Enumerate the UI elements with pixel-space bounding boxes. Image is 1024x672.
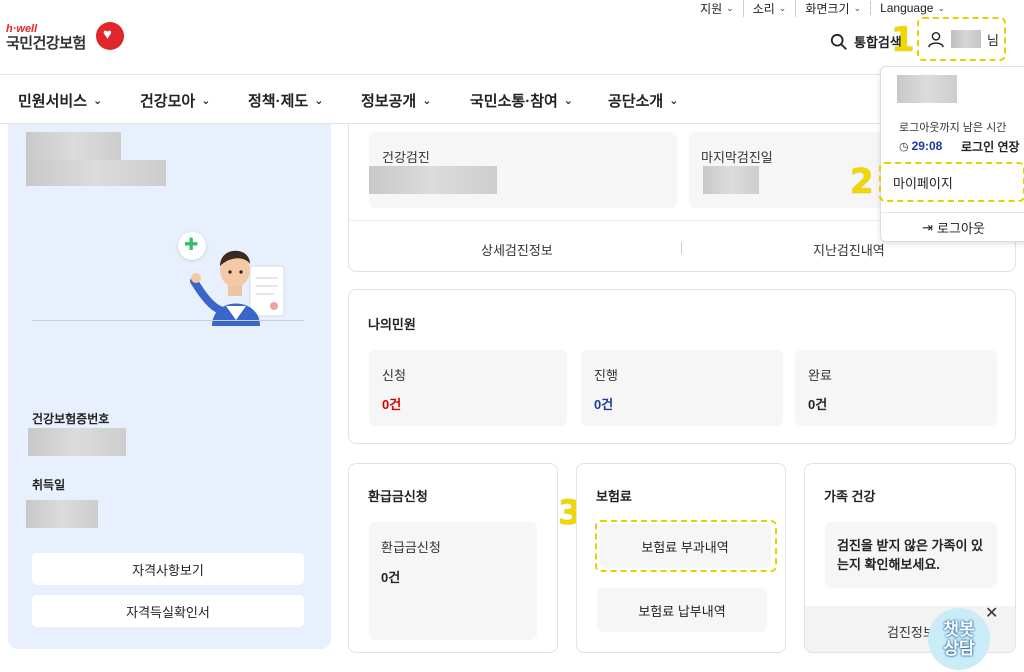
qualification-certificate-button[interactable]: 자격득실확인서 (32, 595, 304, 627)
logo-name: 국민건강보험 (6, 35, 86, 52)
step-marker-2: 2 (850, 162, 874, 202)
chevron-down-icon: ⌄ (201, 95, 211, 107)
login-extend-button[interactable]: 로그인 연장 (961, 138, 1020, 155)
session-timer: ◷ 29:08 (899, 139, 943, 153)
chevron-down-icon: ⌄ (853, 2, 862, 13)
chevron-down-icon: ⌄ (422, 95, 432, 107)
family-title: 가족 건강 (824, 489, 876, 504)
chevron-down-icon: ⌄ (314, 95, 324, 107)
checkup-history-link[interactable]: 지난검진내역 (813, 240, 885, 259)
member-info-panel: 건강보험증번호 취득일 자격사항보기 자격득실확인서 (8, 124, 331, 649)
nav-item-participation[interactable]: 국민소통·참여 ⌄ (470, 90, 573, 111)
premium-payment-button[interactable]: 보험료 납부내역 (597, 588, 767, 632)
nav-item-policy[interactable]: 정책·제도 ⌄ (248, 90, 323, 111)
complaint-done-box[interactable] (795, 350, 997, 426)
blurred-acquire-date (26, 500, 98, 528)
complaint-apply-count: 0건 (382, 397, 402, 412)
blurred-checkup (369, 166, 497, 194)
chevron-down-icon: ⌄ (669, 95, 679, 107)
insurance-number-label: 건강보험증번호 (32, 412, 110, 426)
remaining-time-label: 로그아웃까지 남은 시간 (899, 122, 1007, 134)
complaint-progress-box[interactable] (581, 350, 783, 426)
nav-item-disclosure[interactable]: 정보공개 ⌄ (361, 90, 431, 111)
chevron-down-icon: ⌄ (93, 95, 103, 107)
language-menu[interactable]: Language ⌄ (870, 1, 954, 15)
support-menu[interactable]: 지원 ⌄ (691, 0, 743, 17)
my-complaints-card: 나의민원 신청 0건 진행 0건 완료 0건 (348, 289, 1016, 444)
family-message: 검진을 받지 않은 가족이 있는지 확인해보세요. (837, 538, 984, 572)
view-qualification-button[interactable]: 자격사항보기 (32, 553, 304, 585)
complaint-progress-label: 진행 (594, 368, 618, 383)
refund-card: 환급금신청 환급금신청 0건 (348, 463, 558, 653)
mypage-menu-item[interactable]: 마이페이지 (879, 162, 1024, 202)
complaint-done-label: 완료 (808, 368, 832, 383)
complaint-apply-label: 신청 (382, 368, 406, 383)
blurred-user-name (897, 75, 957, 103)
site-logo[interactable]: h·well 국민건강보험 (6, 22, 124, 53)
refund-count: 0건 (381, 570, 401, 585)
complaints-title: 나의민원 (368, 317, 416, 332)
logout-button[interactable]: ⇥ 로그아웃 (881, 212, 1024, 242)
nav-item-civil-service[interactable]: 민원서비스 ⌄ (18, 90, 102, 111)
checkup-detail-link[interactable]: 상세검진정보 (481, 240, 553, 259)
complaint-apply-box[interactable] (369, 350, 567, 426)
clock-icon: ◷ (899, 140, 909, 153)
refund-title: 환급금신청 (368, 489, 428, 504)
premium-charge-button[interactable]: 보험료 부과내역 (599, 524, 771, 568)
chevron-down-icon: ⌄ (563, 95, 574, 107)
chatbot-button[interactable]: 챗봇 상담 (928, 608, 990, 670)
complaint-done-count: 0건 (808, 397, 828, 412)
logout-icon: ⇥ (922, 219, 934, 235)
refund-sub-label: 환급금신청 (381, 540, 441, 555)
utility-bar: 지원 ⌄ 소리 ⌄ 화면크기 ⌄ Language ⌄ (691, 0, 954, 17)
complaint-progress-count: 0건 (594, 397, 614, 412)
chevron-down-icon: ⌄ (937, 2, 945, 13)
premium-title: 보험료 (596, 489, 632, 504)
divider (681, 242, 682, 254)
chevron-down-icon: ⌄ (778, 2, 787, 13)
user-menu-button[interactable]: 님 (917, 17, 1006, 61)
divider (32, 320, 304, 321)
checkup-label: 건강검진 (382, 150, 430, 165)
user-icon (928, 31, 944, 48)
sound-menu[interactable]: 소리 ⌄ (742, 0, 796, 17)
nav-item-health[interactable]: 건강모아 ⌄ (140, 90, 210, 111)
heart-logo-icon (96, 22, 124, 50)
logo-hwell: h·well (6, 23, 38, 35)
doctor-illustration (190, 250, 285, 326)
blurred-name (26, 132, 121, 160)
chevron-down-icon: ⌄ (726, 2, 734, 13)
last-checkup-label: 마지막검진일 (701, 150, 773, 165)
nav-item-about[interactable]: 공단소개 ⌄ (608, 90, 678, 111)
step-marker-1: 1 (891, 20, 915, 60)
blurred-name (26, 160, 166, 186)
main-navigation: 민원서비스 ⌄ 건강모아 ⌄ 정책·제도 ⌄ 정보공개 ⌄ 국민소통·참여 ⌄ 공단소개 ⌄ (0, 74, 1024, 124)
search-icon (830, 33, 847, 50)
user-dropdown-menu: 로그아웃까지 남은 시간 ◷ 29:08 로그인 연장 마이페이지 ⇥ 로그아웃 (879, 66, 1024, 242)
blurred-last-checkup (703, 166, 759, 194)
blurred-insurance-number (28, 428, 126, 456)
user-name-blurred (951, 30, 981, 48)
acquire-date-label: 취득일 (32, 478, 66, 492)
premium-card: 보험료 보험료 부과내역 보험료 납부내역 (576, 463, 786, 653)
font-size-menu[interactable]: 화면크기 ⌄ (795, 0, 870, 17)
